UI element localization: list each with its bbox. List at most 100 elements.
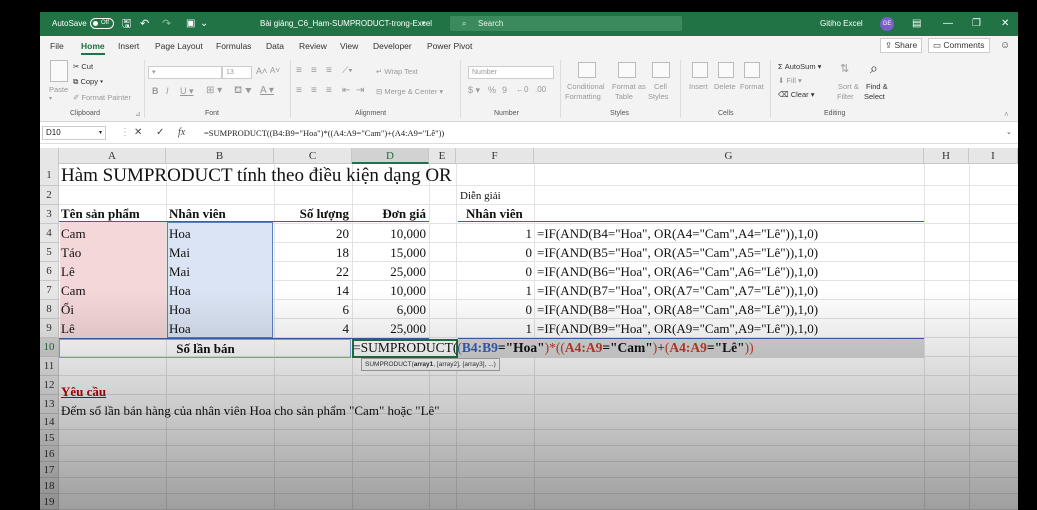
cell-explain-formula[interactable]: =IF(AND(B5="Hoa", OR(A5="Cam",A5="Lê")),… [537, 245, 818, 261]
col-header-b[interactable]: B [166, 148, 274, 164]
align-center-icon[interactable]: ≡ [311, 85, 317, 96]
cell-explain-value[interactable]: 1 [456, 321, 533, 337]
row-header[interactable]: 2 [40, 186, 59, 205]
sheet-title[interactable]: Hàm SUMPRODUCT tính theo điều kiện dạng … [61, 165, 452, 187]
insert-cells-icon[interactable] [692, 62, 708, 78]
restore-icon[interactable]: ❐ [972, 12, 981, 36]
row-header[interactable]: 4 [40, 224, 59, 243]
cell-price[interactable]: 10,000 [352, 283, 426, 299]
redo-icon[interactable]: ↷ [162, 12, 171, 36]
find-icon[interactable]: ⌕ [870, 60, 878, 77]
cell-product[interactable]: Lê [61, 264, 75, 280]
cell-product[interactable]: Ổi [61, 302, 74, 318]
align-right-icon[interactable]: ≡ [326, 85, 332, 96]
tab-power-pivot[interactable]: Power Pivot [427, 36, 472, 56]
cell-price[interactable]: 10,000 [352, 226, 426, 242]
row-header[interactable]: 13 [40, 395, 59, 414]
sort-filter-button[interactable]: Sort & [838, 82, 859, 91]
underline-icon[interactable]: U ▾ [180, 86, 194, 97]
ref-a4-a9-second[interactable]: A4:A9 [669, 340, 707, 355]
row-header[interactable]: 12 [40, 376, 59, 395]
row-header[interactable]: 11 [40, 357, 59, 376]
cell-qty[interactable]: 6 [274, 302, 350, 318]
share-button[interactable]: ⇪ Share [880, 38, 923, 53]
autosum-button[interactable]: Σ AutoSum ▾ [778, 62, 821, 71]
cell-staff[interactable]: Hoa [169, 321, 191, 337]
cell-explain-formula[interactable]: =IF(AND(B4="Hoa", OR(A4="Cam",A4="Lê")),… [537, 226, 818, 242]
tab-file[interactable]: File [50, 36, 64, 56]
expand-formula-icon[interactable]: ⌄ [1006, 126, 1012, 140]
editing-formula[interactable]: =SUMPRODUCT((B4:B9="Hoa")*((A4:A9="Cam")… [353, 340, 754, 356]
cell-explain-value[interactable]: 1 [456, 283, 533, 299]
ref-b4-b9[interactable]: B4:B9 [462, 340, 498, 355]
row-header[interactable]: 17 [40, 462, 59, 478]
header-staff[interactable]: Nhân viên [169, 206, 226, 222]
col-header-c[interactable]: C [274, 148, 352, 164]
tab-insert[interactable]: Insert [118, 36, 139, 56]
increase-indent-icon[interactable]: ⇥ [356, 85, 364, 96]
middle-align-icon[interactable]: ≡ [311, 65, 317, 76]
col-header-a[interactable]: A [59, 148, 166, 164]
avatar[interactable]: GE [880, 17, 894, 31]
cell-explain-formula[interactable]: =IF(AND(B8="Hoa", OR(A8="Cam",A8="Lê")),… [537, 302, 818, 318]
format-painter-button[interactable]: ✐ Format Painter [73, 93, 131, 102]
title-dropdown-icon[interactable]: ▾ [422, 12, 426, 36]
name-box-dropdown-icon[interactable]: ▾ [99, 127, 102, 139]
cell-explain-value[interactable]: 0 [456, 264, 533, 280]
clear-button[interactable]: ⌫ Clear ▾ [778, 90, 815, 99]
function-tooltip[interactable]: SUMPRODUCT(array1, [array2], [array3], .… [361, 358, 500, 371]
row-header[interactable]: 3 [40, 205, 59, 224]
cell-staff[interactable]: Mai [169, 245, 190, 261]
tab-formulas[interactable]: Formulas [216, 36, 251, 56]
fill-color-icon[interactable]: ⛾ ▾ [234, 85, 252, 98]
decrease-indent-icon[interactable]: ⇤ [342, 85, 350, 96]
italic-icon[interactable]: I [166, 86, 169, 96]
format-cells-button[interactable]: Format [740, 82, 764, 91]
cell-qty[interactable]: 14 [274, 283, 349, 299]
cell-explain-formula[interactable]: =IF(AND(B6="Hoa", OR(A6="Cam",A6="Lê")),… [537, 264, 818, 280]
top-align-icon[interactable]: ≡ [296, 65, 302, 76]
total-label[interactable]: Số lần bán [59, 341, 352, 357]
header-price[interactable]: Đơn giá [352, 206, 426, 222]
explain-title[interactable]: Diễn giải [460, 190, 501, 202]
row-header[interactable]: 19 [40, 494, 59, 510]
cell-qty[interactable]: 18 [274, 245, 349, 261]
collapse-ribbon-icon[interactable]: ˄ [1004, 110, 1009, 119]
copy-button[interactable]: ⧉ Copy ▾ [73, 77, 103, 87]
formula-bar-menu-icon[interactable]: ⋮ [120, 126, 130, 140]
row-header[interactable]: 14 [40, 414, 59, 430]
requirement-text[interactable]: Đếm số lần bán hàng của nhân viên Hoa ch… [61, 403, 440, 419]
explain-header[interactable]: Nhân viên [466, 206, 523, 222]
tab-data[interactable]: Data [266, 36, 284, 56]
quick-access-icon[interactable]: ▣ [186, 12, 195, 36]
insert-cells-button[interactable]: Insert [689, 82, 708, 91]
tab-home[interactable]: Home [81, 36, 105, 56]
sort-filter-icon[interactable]: ⇅ [840, 62, 849, 75]
col-header-h[interactable]: H [924, 148, 969, 164]
cell-explain-value[interactable]: 1 [456, 226, 533, 242]
cell-explain-value[interactable]: 0 [456, 302, 533, 318]
cut-button[interactable]: ✂ Cut [73, 62, 93, 71]
col-header-f[interactable]: F [456, 148, 534, 164]
row-header[interactable]: 18 [40, 478, 59, 494]
enter-icon[interactable]: ✓ [156, 126, 164, 140]
tab-page-layout[interactable]: Page Layout [155, 36, 203, 56]
cell-explain-value[interactable]: 0 [456, 245, 533, 261]
search-box[interactable]: ⌕ Search [450, 16, 682, 31]
smiley-icon[interactable]: ☺ [1000, 36, 1010, 56]
col-header-e[interactable]: E [429, 148, 456, 164]
header-qty[interactable]: Số lượng [274, 206, 349, 222]
tab-view[interactable]: View [340, 36, 358, 56]
font-color-icon[interactable]: A ▾ [260, 85, 274, 96]
font-name-box[interactable]: ▾ [148, 66, 222, 79]
row-header[interactable]: 16 [40, 446, 59, 462]
document-title[interactable]: Bài giảng_C6_Ham-SUMPRODUCT-trong-Excel [260, 12, 432, 36]
cell-qty[interactable]: 22 [274, 264, 349, 280]
borders-icon[interactable]: ⊞ ▾ [206, 85, 222, 96]
cell-price[interactable]: 15,000 [352, 245, 426, 261]
cell-product[interactable]: Cam [61, 226, 86, 242]
cancel-icon[interactable]: ✕ [134, 126, 142, 140]
conditional-formatting-button[interactable]: Conditional [567, 82, 605, 91]
name-box[interactable]: D10 ▾ [42, 126, 106, 140]
number-format-box[interactable]: Number [468, 66, 554, 79]
